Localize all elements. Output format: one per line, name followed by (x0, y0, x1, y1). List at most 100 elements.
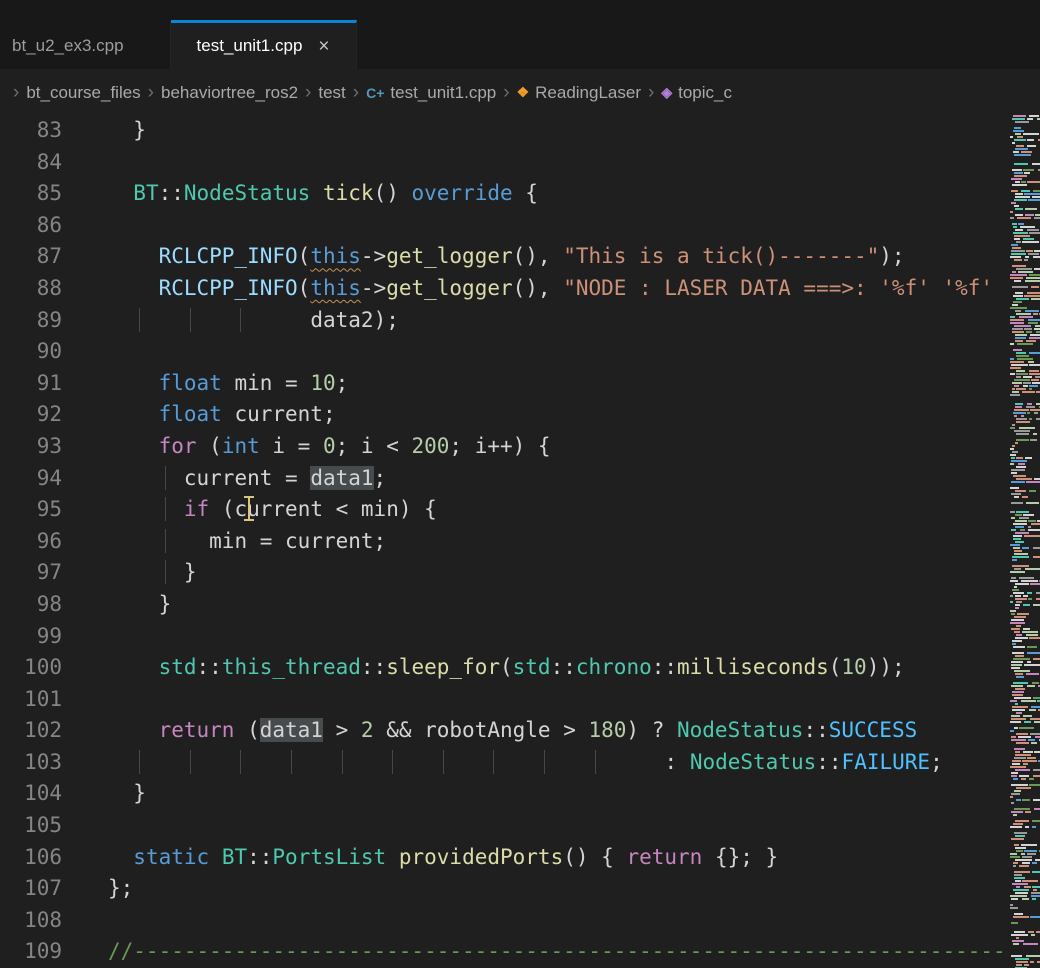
line-number[interactable]: 86 (0, 210, 62, 242)
tab-test_unit1.cpp[interactable]: test_unit1.cpp× (171, 20, 357, 69)
line-number[interactable]: 92 (0, 399, 62, 431)
line-number[interactable]: 100 (0, 652, 62, 684)
minimap-line (1010, 133, 1039, 135)
code-line[interactable]: 89 │ │ │ data2); (0, 305, 1008, 337)
minimap[interactable] (1008, 115, 1040, 968)
line-number[interactable]: 103 (0, 747, 62, 779)
code-line[interactable]: 100 std::this_thread::sleep_for(std::chr… (0, 652, 1008, 684)
breadcrumb-item-topic_c[interactable]: ◈topic_c (661, 83, 732, 103)
code-line[interactable]: 105 (0, 810, 1008, 842)
code-line[interactable]: 101 (0, 684, 1008, 716)
line-number[interactable]: 93 (0, 431, 62, 463)
code-line[interactable]: 93 for (int i = 0; i < 200; i++) { (0, 431, 1008, 463)
minimap-line (1010, 610, 1039, 612)
line-number[interactable]: 101 (0, 684, 62, 716)
minimap-line (1010, 322, 1039, 324)
code-line[interactable]: 103 │ │ │ │ │ │ │ │ │ │ : NodeStatus::FA… (0, 747, 1008, 779)
line-number[interactable]: 84 (0, 147, 62, 179)
minimap-line (1010, 835, 1039, 837)
code-line[interactable]: 102 return (data1 > 2 && robotAngle > 18… (0, 715, 1008, 747)
minimap-line (1010, 172, 1039, 174)
minimap-line (1010, 394, 1039, 396)
code-line[interactable]: 88 RCLCPP_INFO(this->get_logger(), "NODE… (0, 273, 1008, 305)
code-editor[interactable]: 83 }8485 BT::NodeStatus tick() override … (0, 115, 1008, 968)
code-line[interactable]: 98 } (0, 589, 1008, 621)
line-number[interactable]: 104 (0, 778, 62, 810)
minimap-line (1010, 832, 1039, 834)
minimap-line (1010, 790, 1039, 792)
minimap-line (1010, 688, 1039, 690)
code-line[interactable]: 86 (0, 210, 1008, 242)
minimap-line (1010, 415, 1039, 417)
code-line[interactable]: 90 (0, 336, 1008, 368)
line-number[interactable]: 102 (0, 715, 62, 747)
line-number[interactable]: 96 (0, 526, 62, 558)
minimap-line (1010, 778, 1039, 780)
line-number[interactable]: 105 (0, 810, 62, 842)
code-line[interactable]: 106 static BT::PortsList providedPorts()… (0, 842, 1008, 874)
code-line[interactable]: 94 │ current = data1; (0, 463, 1008, 495)
breadcrumb-item-bt_course_files[interactable]: bt_course_files (26, 83, 140, 103)
minimap-line (1010, 637, 1039, 639)
tab-close-icon[interactable]: × (318, 37, 329, 56)
minimap-line (1010, 922, 1039, 924)
line-number[interactable]: 87 (0, 241, 62, 273)
code-line[interactable]: 85 BT::NodeStatus tick() override { (0, 178, 1008, 210)
code-line[interactable]: 95 │ if (current < min) { (0, 494, 1008, 526)
breadcrumb-item-test_unit1.cpp[interactable]: C+test_unit1.cpp (366, 83, 496, 103)
minimap-line (1010, 439, 1039, 441)
line-number[interactable]: 95 (0, 494, 62, 526)
code-line[interactable]: 84 (0, 147, 1008, 179)
line-number[interactable]: 91 (0, 368, 62, 400)
minimap-line (1010, 847, 1039, 849)
minimap-line (1010, 490, 1039, 492)
code-line[interactable]: 97 │ } (0, 557, 1008, 589)
minimap-line (1010, 583, 1039, 585)
minimap-line (1010, 355, 1039, 357)
line-number[interactable]: 94 (0, 463, 62, 495)
line-number[interactable]: 89 (0, 305, 62, 337)
line-number[interactable]: 98 (0, 589, 62, 621)
minimap-line (1010, 151, 1039, 153)
minimap-line (1010, 754, 1039, 756)
line-number[interactable]: 97 (0, 557, 62, 589)
minimap-line (1010, 634, 1039, 636)
minimap-line (1010, 850, 1039, 852)
line-number[interactable]: 99 (0, 621, 62, 653)
minimap-line (1010, 481, 1039, 483)
minimap-line (1010, 364, 1039, 366)
breadcrumb-item-ReadingLaser[interactable]: ❖ReadingLaser (517, 83, 641, 103)
line-number[interactable]: 83 (0, 115, 62, 147)
code-line[interactable]: 108 (0, 905, 1008, 937)
chevron-right-icon: › (353, 82, 359, 104)
breadcrumb-item-test[interactable]: test (318, 83, 345, 103)
code-line[interactable]: 87 RCLCPP_INFO(this->get_logger(), "This… (0, 241, 1008, 273)
code-line[interactable]: 99 (0, 621, 1008, 653)
line-number[interactable]: 109 (0, 936, 62, 968)
line-number[interactable]: 85 (0, 178, 62, 210)
minimap-line (1010, 196, 1039, 198)
code-line[interactable]: 83 } (0, 115, 1008, 147)
code-line[interactable]: 109//-----------------------------------… (0, 936, 1008, 968)
minimap-line (1010, 325, 1039, 327)
code-line[interactable]: 107}; (0, 873, 1008, 905)
minimap-line (1010, 292, 1039, 294)
minimap-line (1010, 862, 1039, 864)
minimap-line (1010, 802, 1039, 804)
code-line[interactable]: 96 │ min = current; (0, 526, 1008, 558)
minimap-line (1010, 469, 1039, 471)
minimap-line (1010, 445, 1039, 447)
line-number[interactable]: 88 (0, 273, 62, 305)
breadcrumb-item-behaviortree_ros2[interactable]: behaviortree_ros2 (161, 83, 298, 103)
line-number[interactable]: 106 (0, 842, 62, 874)
code-line[interactable]: 92 float current; (0, 399, 1008, 431)
line-number[interactable]: 107 (0, 873, 62, 905)
tab-bt_u2_ex3.cpp[interactable]: bt_u2_ex3.cpp (0, 20, 171, 69)
line-number[interactable]: 108 (0, 905, 62, 937)
line-number[interactable]: 90 (0, 336, 62, 368)
minimap-line (1010, 730, 1039, 732)
code-line[interactable]: 91 float min = 10; (0, 368, 1008, 400)
minimap-line (1010, 736, 1039, 738)
code-line[interactable]: 104 } (0, 778, 1008, 810)
minimap-line (1010, 376, 1039, 378)
